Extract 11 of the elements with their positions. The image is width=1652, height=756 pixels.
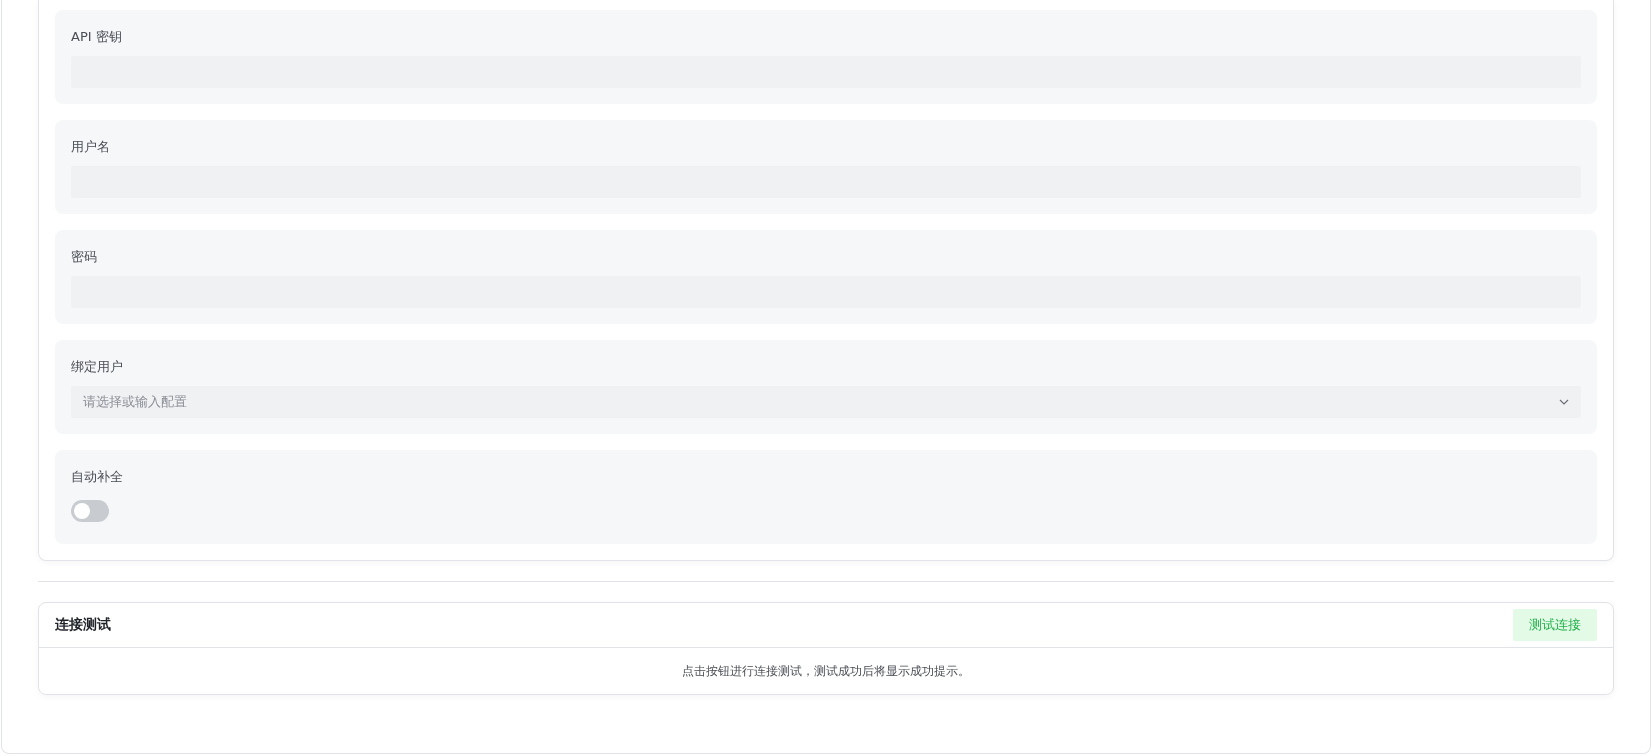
field-label: API 密钥	[71, 28, 123, 46]
field-label: 密码	[71, 248, 98, 266]
card-title: 连接测试	[55, 616, 111, 634]
field-label: 自动补全	[71, 468, 124, 486]
field-label: 用户名	[71, 138, 111, 156]
field-label: 绑定用户	[71, 358, 124, 376]
hint-text: 点击按钮进行连接测试，测试成功后将显示成功提示。	[682, 662, 970, 680]
toggle-switch[interactable]	[71, 500, 109, 522]
select-field[interactable]: 请选择或输入配置	[71, 386, 1581, 418]
test-connection-button[interactable]: 测试连接	[1513, 609, 1597, 641]
chevron-down-icon	[1559, 399, 1569, 405]
